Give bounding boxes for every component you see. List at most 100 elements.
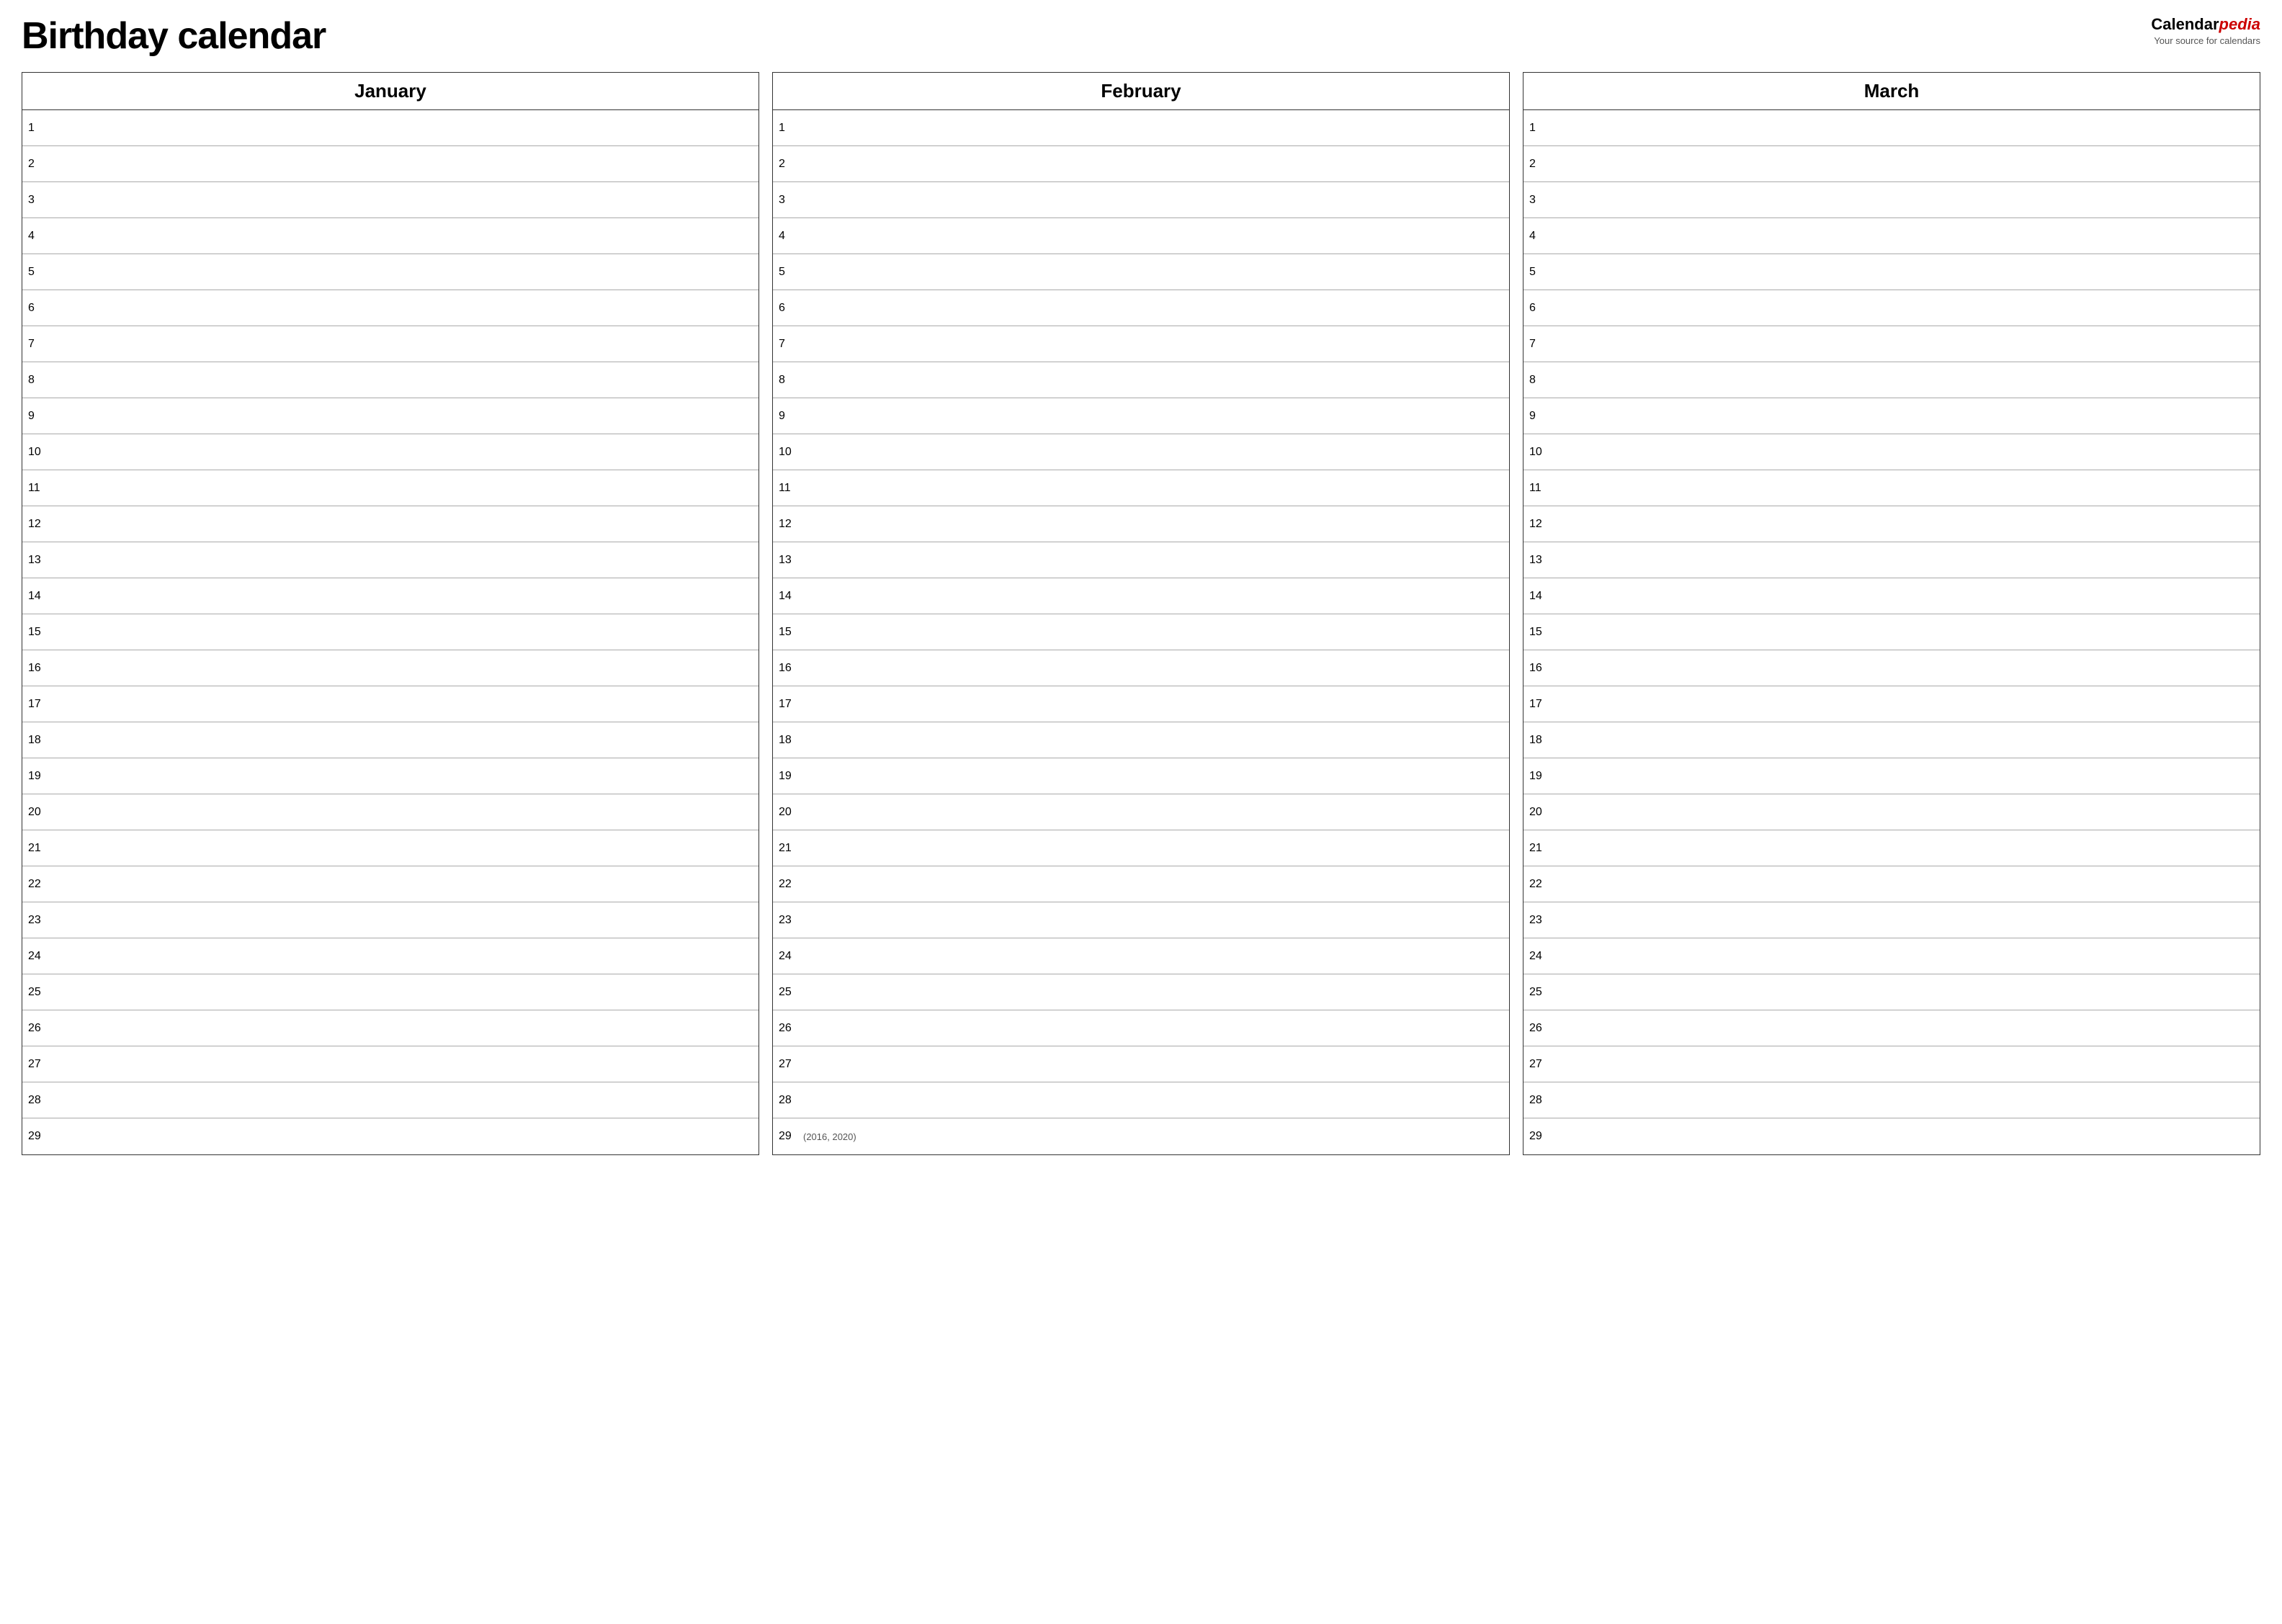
day-number: 8	[28, 374, 50, 387]
day-row: 12	[22, 506, 759, 542]
day-row: 8	[773, 362, 1509, 398]
day-row: 1	[1523, 110, 2260, 146]
day-row: 8	[22, 362, 759, 398]
day-number: 13	[28, 554, 50, 567]
day-number: 13	[1529, 554, 1551, 567]
day-row: 5	[1523, 254, 2260, 290]
day-row: 25	[773, 974, 1509, 1010]
day-row: 13	[1523, 542, 2260, 578]
day-row: 27	[22, 1046, 759, 1082]
day-number: 8	[1529, 374, 1551, 387]
day-row: 18	[22, 722, 759, 758]
day-number: 9	[28, 410, 50, 423]
day-row: 14	[1523, 578, 2260, 614]
day-number: 1	[28, 122, 50, 135]
day-row: 21	[1523, 830, 2260, 866]
day-row: 24	[773, 938, 1509, 974]
day-number: 9	[779, 410, 800, 423]
day-row: 15	[1523, 614, 2260, 650]
day-number: 28	[1529, 1094, 1551, 1107]
day-number: 12	[779, 518, 800, 531]
day-row: 6	[773, 290, 1509, 326]
day-row: 13	[22, 542, 759, 578]
day-row: 25	[22, 974, 759, 1010]
day-row: 19	[1523, 758, 2260, 794]
day-number: 1	[779, 122, 800, 135]
day-number: 27	[1529, 1058, 1551, 1071]
day-row: 22	[22, 866, 759, 902]
month-calendar-january: January123456789101112131415161718192021…	[22, 72, 759, 1155]
day-row: 2	[1523, 146, 2260, 182]
month-header-january: January	[22, 73, 759, 110]
day-number: 18	[1529, 734, 1551, 747]
calendars-container: January123456789101112131415161718192021…	[22, 72, 2260, 1155]
day-row: 14	[773, 578, 1509, 614]
day-row: 10	[22, 434, 759, 470]
day-number: 11	[1529, 482, 1551, 495]
day-number: 2	[1529, 158, 1551, 171]
day-row: 15	[773, 614, 1509, 650]
day-number: 27	[779, 1058, 800, 1071]
day-row: 1	[773, 110, 1509, 146]
day-number: 22	[28, 878, 50, 891]
day-row: 9	[1523, 398, 2260, 434]
day-row: 16	[773, 650, 1509, 686]
day-number: 1	[1529, 122, 1551, 135]
month-header-march: March	[1523, 73, 2260, 110]
day-number: 19	[1529, 770, 1551, 783]
day-number: 14	[28, 590, 50, 603]
day-row: 29(2016, 2020)	[773, 1118, 1509, 1154]
day-row: 27	[1523, 1046, 2260, 1082]
day-row: 10	[773, 434, 1509, 470]
month-calendar-february: February12345678910111213141516171819202…	[772, 72, 1510, 1155]
page-header: Birthday calendar Calendarpedia Your sou…	[22, 14, 2260, 58]
day-row: 26	[773, 1010, 1509, 1046]
day-row: 23	[1523, 902, 2260, 938]
day-row: 18	[1523, 722, 2260, 758]
day-number: 20	[779, 806, 800, 819]
day-number: 5	[779, 266, 800, 279]
day-row: 5	[773, 254, 1509, 290]
day-row: 21	[22, 830, 759, 866]
day-number: 26	[779, 1022, 800, 1035]
day-number: 7	[1529, 338, 1551, 351]
day-row: 1	[22, 110, 759, 146]
day-row: 3	[22, 182, 759, 218]
day-row: 28	[22, 1082, 759, 1118]
day-row: 20	[1523, 794, 2260, 830]
day-number: 15	[779, 626, 800, 639]
day-number: 23	[28, 914, 50, 927]
day-row: 13	[773, 542, 1509, 578]
day-row: 12	[1523, 506, 2260, 542]
day-row: 8	[1523, 362, 2260, 398]
day-row: 20	[22, 794, 759, 830]
day-row: 17	[773, 686, 1509, 722]
day-number: 29	[779, 1130, 800, 1143]
month-calendar-march: March12345678910111213141516171819202122…	[1523, 72, 2260, 1155]
day-row: 22	[1523, 866, 2260, 902]
day-number: 16	[1529, 662, 1551, 675]
day-number: 25	[779, 986, 800, 999]
day-number: 16	[779, 662, 800, 675]
day-number: 17	[28, 698, 50, 711]
brand-name: Calendarpedia	[2151, 14, 2260, 35]
day-row: 26	[1523, 1010, 2260, 1046]
day-row: 19	[22, 758, 759, 794]
day-number: 20	[28, 806, 50, 819]
day-row: 3	[1523, 182, 2260, 218]
day-row: 5	[22, 254, 759, 290]
day-number: 16	[28, 662, 50, 675]
day-number: 17	[779, 698, 800, 711]
day-row: 27	[773, 1046, 1509, 1082]
day-row: 23	[22, 902, 759, 938]
day-number: 5	[1529, 266, 1551, 279]
day-number: 10	[1529, 446, 1551, 459]
day-row: 2	[773, 146, 1509, 182]
day-row: 20	[773, 794, 1509, 830]
brand-tagline: Your source for calendars	[2151, 35, 2260, 48]
day-number: 6	[1529, 302, 1551, 315]
day-row: 3	[773, 182, 1509, 218]
day-number: 27	[28, 1058, 50, 1071]
day-row: 16	[22, 650, 759, 686]
day-row: 29	[1523, 1118, 2260, 1154]
